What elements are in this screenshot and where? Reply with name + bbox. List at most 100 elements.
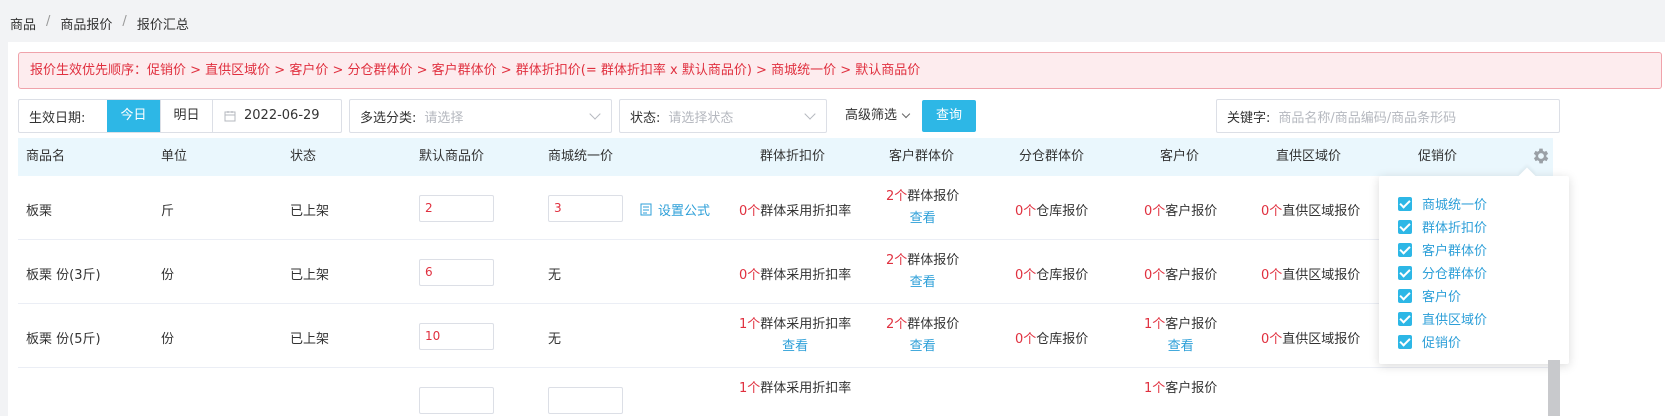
date-label: 生效日期:	[29, 110, 86, 126]
category-label: 多选分类:	[360, 110, 417, 126]
warehouse-group-cell: 0个仓库报价	[1015, 204, 1089, 219]
col-warehouse-group: 分仓群体价	[1019, 149, 1085, 164]
status-label: 状态:	[630, 110, 661, 126]
group-discount-cell: 0个群体采用折扣率	[739, 268, 852, 283]
category-select[interactable]: 多选分类: 请选择	[349, 99, 612, 133]
column-toggle-direct-region[interactable]: 直供区域价	[1398, 309, 1487, 328]
direct-region-cell: 0个直供区域报价	[1261, 268, 1361, 283]
direct-region-cell: 0个直供区域报价	[1261, 332, 1361, 347]
status: 已上架	[290, 204, 330, 219]
customer-price-cell: 0个客户报价	[1144, 204, 1218, 219]
group-discount-cell: 1个群体采用折扣率	[739, 381, 852, 396]
column-settings-dropdown: 商城统一价 群体折扣价 客户群体价 分仓群体价 客户价 直供区域价 促销价	[1379, 176, 1569, 364]
col-mall-price: 商城统一价	[548, 149, 614, 164]
group-discount-cell: 0个群体采用折扣率	[739, 204, 852, 219]
today-button[interactable]: 今日	[107, 100, 160, 132]
checkbox-checked[interactable]	[1398, 334, 1412, 349]
column-toggle-customer[interactable]: 客户价	[1398, 286, 1461, 305]
priority-notice: 报价生效优先顺序：促销价 > 直供区域价 > 客户价 > 分仓群体价 > 客户群…	[18, 52, 1662, 89]
col-unit: 单位	[161, 149, 188, 164]
keyword-label: 关键字:	[1227, 110, 1271, 126]
checkbox-checked[interactable]	[1398, 219, 1412, 234]
date-picker[interactable]: 2022-06-29	[224, 100, 320, 132]
column-toggle-group-discount[interactable]: 群体折扣价	[1398, 217, 1487, 236]
status: 已上架	[290, 268, 330, 283]
product-name: 板栗	[26, 204, 53, 219]
mall-price-input[interactable]	[548, 387, 623, 414]
mall-price-value: 无	[548, 268, 562, 283]
tomorrow-button[interactable]: 明日	[160, 100, 213, 132]
status-placeholder: 请选择状态	[668, 110, 734, 126]
customer-price-cell: 1个客户报价 查看	[1144, 314, 1217, 358]
customer-group-cell: 2个群体报价 查看	[886, 250, 959, 294]
customer-price-cell: 1个客户报价	[1144, 381, 1218, 396]
breadcrumb-separator: /	[46, 14, 51, 29]
table-row: 板栗 斤 已上架 2 3 设置公式 0个群体采用折扣率 2个群体报价 查看 0个…	[18, 176, 1553, 240]
advanced-filter-toggle[interactable]: 高级筛选	[845, 99, 911, 133]
date-value: 2022-06-29	[244, 108, 320, 123]
scrollbar[interactable]	[1548, 360, 1560, 416]
status: 已上架	[290, 332, 330, 347]
status-select[interactable]: 状态: 请选择状态	[619, 99, 827, 133]
set-formula-link[interactable]: 设置公式	[640, 200, 710, 219]
default-price-input[interactable]: 10	[419, 323, 494, 350]
keyword-placeholder: 商品名称/商品编码/商品条形码	[1278, 110, 1457, 126]
col-status: 状态	[290, 149, 317, 164]
column-toggle-customer-group[interactable]: 客户群体价	[1398, 240, 1487, 259]
view-link[interactable]: 查看	[739, 336, 851, 358]
col-direct-region: 直供区域价	[1276, 149, 1342, 164]
advanced-filter-label: 高级筛选	[845, 108, 898, 123]
customer-group-cell: 2个群体报价 查看	[886, 186, 959, 230]
group-discount-cell: 1个群体采用折扣率 查看	[739, 314, 851, 358]
category-placeholder: 请选择	[424, 110, 464, 126]
warehouse-group-cell: 0个仓库报价	[1015, 332, 1089, 347]
query-button[interactable]: 查询	[922, 100, 976, 132]
customer-price-cell: 0个客户报价	[1144, 268, 1218, 283]
keyword-field[interactable]: 关键字: 商品名称/商品编码/商品条形码	[1216, 99, 1560, 133]
col-customer-group: 客户群体价	[889, 149, 955, 164]
warehouse-group-cell: 0个仓库报价	[1015, 268, 1089, 283]
formula-icon	[640, 203, 652, 216]
col-name: 商品名	[26, 149, 66, 164]
default-price-input[interactable]: 6	[419, 259, 494, 286]
column-toggle-warehouse-group[interactable]: 分仓群体价	[1398, 263, 1487, 282]
set-formula-label: 设置公式	[658, 204, 711, 219]
mall-price-value: 无	[548, 332, 562, 347]
chevron-down-icon	[901, 109, 911, 119]
col-group-discount: 群体折扣价	[760, 149, 826, 164]
checkbox-checked[interactable]	[1398, 265, 1412, 280]
view-link[interactable]: 查看	[1144, 336, 1217, 358]
checkbox-checked[interactable]	[1398, 242, 1412, 257]
gear-icon[interactable]	[1531, 146, 1551, 166]
table-header: 商品名 单位 状态 默认商品价 商城统一价 群体折扣价 客户群体价 分仓群体价 …	[18, 138, 1553, 176]
default-price-input[interactable]: 2	[419, 195, 494, 222]
breadcrumb: 商品 / 商品报价 / 报价汇总	[10, 14, 189, 33]
product-name: 板栗 份(3斤)	[26, 268, 101, 283]
col-promotion: 促销价	[1418, 149, 1458, 164]
date-filter: 生效日期: 今日 明日 2022-06-29	[18, 99, 342, 133]
table-row: 1个群体采用折扣率 1个客户报价	[18, 368, 1553, 416]
breadcrumb-item-goods[interactable]: 商品	[10, 14, 36, 33]
table-row: 板栗 份(3斤) 份 已上架 6 无 0个群体采用折扣率 2个群体报价 查看 0…	[18, 240, 1553, 304]
breadcrumb-item-goods-quote[interactable]: 商品报价	[60, 14, 112, 33]
col-default-price: 默认商品价	[419, 149, 485, 164]
view-link[interactable]: 查看	[886, 208, 959, 230]
view-link[interactable]: 查看	[886, 272, 959, 294]
table-row: 板栗 份(5斤) 份 已上架 10 无 1个群体采用折扣率 查看 2个群体报价 …	[18, 304, 1553, 368]
checkbox-checked[interactable]	[1398, 288, 1412, 303]
column-toggle-mall-price[interactable]: 商城统一价	[1398, 194, 1487, 213]
column-toggle-promotion[interactable]: 促销价	[1398, 332, 1461, 351]
breadcrumb-separator: /	[122, 14, 127, 29]
customer-group-cell: 2个群体报价 查看	[886, 314, 959, 358]
direct-region-cell: 0个直供区域报价	[1261, 204, 1361, 219]
product-name: 板栗 份(5斤)	[26, 332, 101, 347]
checkbox-checked[interactable]	[1398, 311, 1412, 326]
unit: 斤	[161, 204, 175, 219]
view-link[interactable]: 查看	[886, 336, 959, 358]
unit: 份	[161, 268, 175, 283]
chevron-down-icon	[589, 108, 601, 120]
breadcrumb-item-quote-summary: 报价汇总	[136, 18, 189, 33]
mall-price-input[interactable]: 3	[548, 195, 623, 222]
checkbox-checked[interactable]	[1398, 196, 1412, 211]
default-price-input[interactable]	[419, 387, 494, 414]
